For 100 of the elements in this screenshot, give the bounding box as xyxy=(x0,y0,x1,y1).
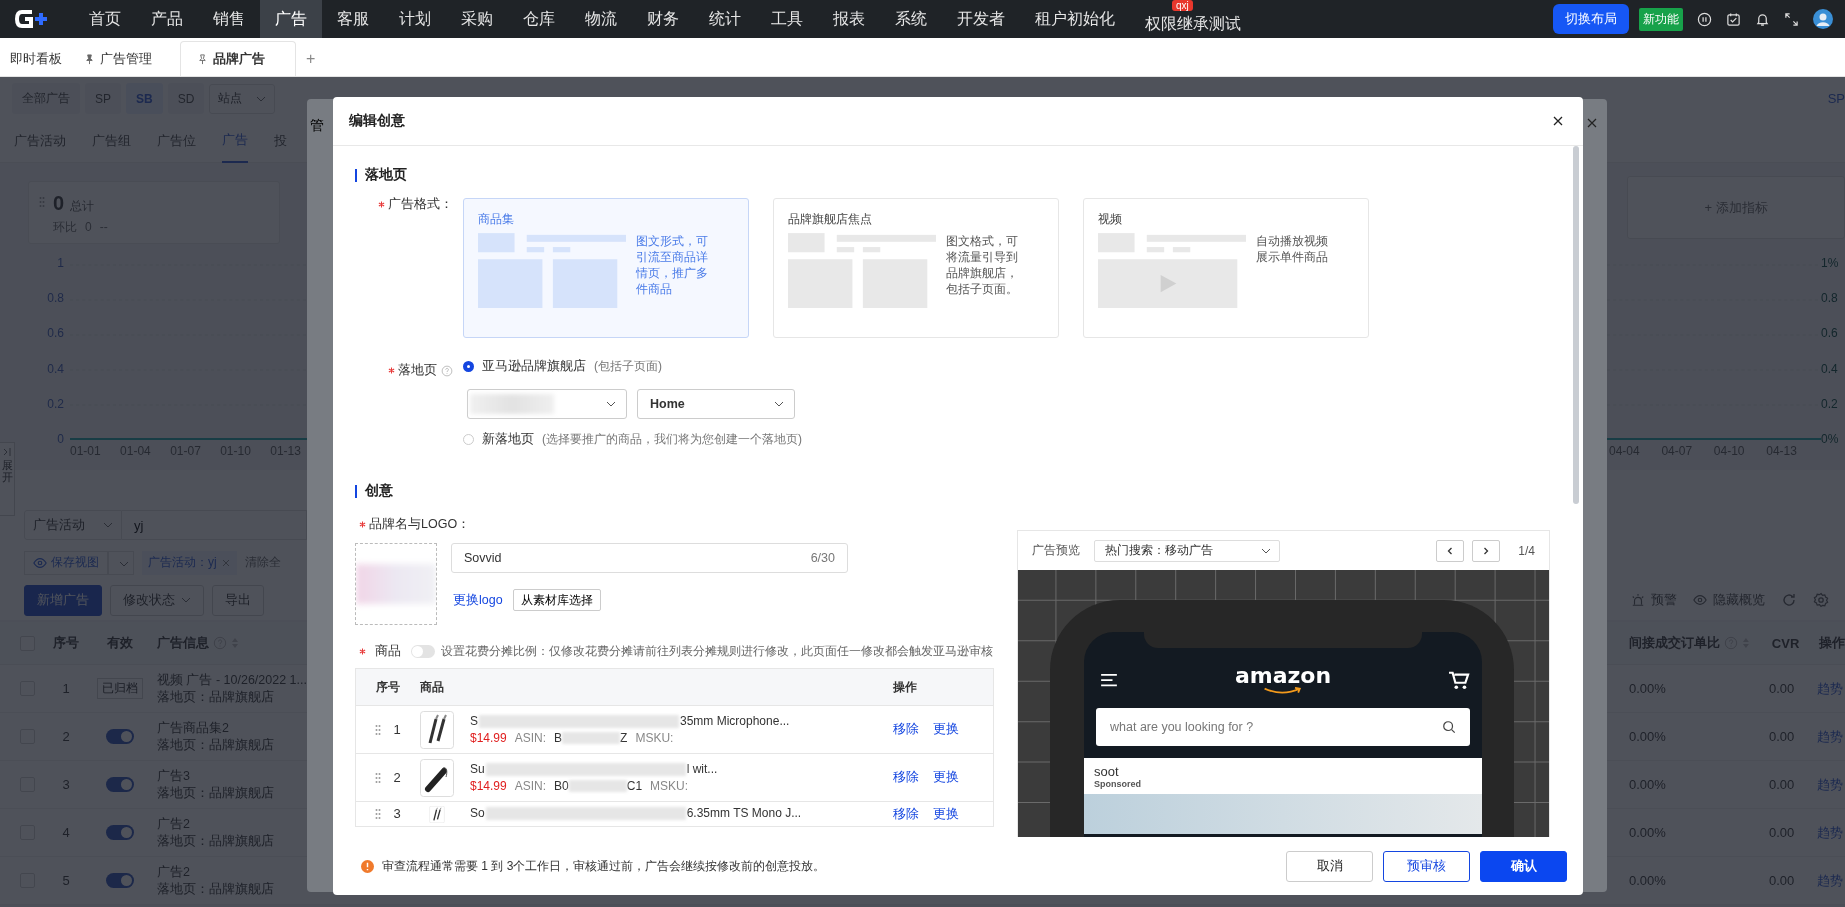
page-select[interactable]: Home xyxy=(637,389,795,419)
ad-format-card[interactable]: 品牌旗舰店焦点 图文格式，可将流量引导到品牌旗舰店，包括子页面。 xyxy=(773,198,1059,338)
section-title: 创意 xyxy=(365,482,393,500)
format-description: 图文形式，可引流至商品详情页，推广多件商品 xyxy=(636,234,709,297)
placement-select[interactable]: 热门搜索：移动广告 xyxy=(1094,539,1280,562)
remove-link[interactable]: 移除 xyxy=(893,769,919,786)
notification-bell-icon[interactable] xyxy=(1755,11,1770,27)
field-label: 落地页 xyxy=(398,362,437,379)
nav-menu-item[interactable]: 计划 xyxy=(384,0,446,38)
switch-layout-button[interactable]: 切换布局 xyxy=(1553,4,1629,34)
product-price: $14.99 xyxy=(470,731,507,745)
cost-split-toggle[interactable] xyxy=(411,645,435,658)
field-label: 商品 xyxy=(375,643,401,660)
smile-arrow-icon xyxy=(1263,687,1303,695)
section-title: 落地页 xyxy=(365,166,407,184)
asin-start: B0 xyxy=(554,779,569,793)
menu-icon[interactable] xyxy=(1100,673,1118,687)
pre-review-button[interactable]: 预审核 xyxy=(1383,850,1470,882)
nav-menu-item[interactable]: 产品 xyxy=(136,0,198,38)
change-logo-link[interactable]: 更换logo xyxy=(453,591,503,609)
blurred-text xyxy=(562,732,621,744)
nav-menu-item[interactable]: 物流 xyxy=(570,0,632,38)
y-axis-label: 0.8 xyxy=(1821,291,1839,306)
material-library-button[interactable]: 从素材库选择 xyxy=(512,589,601,611)
avatar[interactable] xyxy=(1813,9,1833,29)
nav-menu-item[interactable]: 销售 xyxy=(198,0,260,38)
nav-menu-item[interactable]: 工具 xyxy=(756,0,818,38)
radio-label[interactable]: 亚马逊品牌旗舰店 xyxy=(482,358,586,375)
nav-menu-item[interactable]: 报表 xyxy=(818,0,880,38)
replace-link[interactable]: 更换 xyxy=(933,806,959,823)
ad-format-card[interactable]: 视频 自动播放视频展示单件商品 xyxy=(1083,198,1369,338)
page-tab[interactable]: 广告管理 xyxy=(74,42,164,76)
user-badge: qxj xyxy=(1172,0,1193,11)
next-button[interactable] xyxy=(1472,539,1501,562)
blurred-text xyxy=(568,780,627,792)
y-axis-label: 1% xyxy=(1821,256,1840,270)
drag-handle-icon[interactable] xyxy=(375,807,382,820)
nav-menu-item[interactable]: 首页 xyxy=(74,0,136,38)
help-icon[interactable] xyxy=(441,364,453,377)
nav-menu-item[interactable]: 采购 xyxy=(446,0,508,38)
drag-handle-icon[interactable] xyxy=(375,723,382,736)
y-axis-label: 0.2 xyxy=(1821,396,1839,411)
logo-upload-box[interactable] xyxy=(355,543,437,625)
scrollbar-thumb[interactable] xyxy=(1573,146,1579,504)
nav-menu-item[interactable]: 广告 xyxy=(260,0,322,38)
fullscreen-icon[interactable] xyxy=(1784,11,1799,27)
store-select[interactable] xyxy=(467,389,627,419)
drag-handle-icon[interactable] xyxy=(375,771,382,784)
product-title-end: l wit... xyxy=(686,762,718,776)
page-tab[interactable]: 品牌广告 xyxy=(180,41,296,76)
asin-end: C1 xyxy=(626,779,643,793)
nav-menu-item[interactable]: 权限继承测试 xyxy=(1130,12,1256,36)
cable-drawing xyxy=(420,758,454,797)
product-title-end: 35mm Microphone... xyxy=(680,714,790,728)
radio-button[interactable] xyxy=(463,361,474,372)
nav-menu-item[interactable]: 客服 xyxy=(322,0,384,38)
remove-link[interactable]: 移除 xyxy=(893,721,919,738)
add-tab-button[interactable]: + xyxy=(296,42,326,76)
nav-menu-item[interactable]: 租户初始化 xyxy=(1020,0,1130,38)
nav-menu-item[interactable]: 系统 xyxy=(880,0,942,38)
nav-menu-item[interactable]: 开发者 xyxy=(942,0,1020,38)
asin-end: Z xyxy=(620,731,628,745)
table-cell: 2 xyxy=(393,770,401,785)
remove-link[interactable]: 移除 xyxy=(893,806,919,823)
previous-button[interactable] xyxy=(1436,539,1465,562)
shopping-cart-icon[interactable] xyxy=(1448,670,1470,690)
asin-label: ASIN: xyxy=(514,779,547,793)
cancel-button[interactable]: 取消 xyxy=(1286,850,1373,882)
asin-start: B xyxy=(554,731,563,745)
brand-name: soot xyxy=(1093,764,1120,779)
format-description: 图文格式，可将流量引导到品牌旗舰店，包括子页面。 xyxy=(946,234,1019,297)
table-cell: 3 xyxy=(393,806,401,821)
close-icon[interactable] xyxy=(1553,116,1563,126)
y-axis-label: 0.4 xyxy=(1821,361,1839,376)
nav-menu-item[interactable]: 统计 xyxy=(694,0,756,38)
task-check-icon[interactable] xyxy=(1726,11,1741,27)
nav-menu-item[interactable]: 仓库 xyxy=(508,0,570,38)
column-header: 操作 xyxy=(893,678,918,696)
field-label: 广告格式： xyxy=(388,196,453,213)
product-title-start: S xyxy=(470,714,478,728)
cost-split-text: 设置花费分摊比例：仅修改花费分摊请前往列表分摊规则进行修改，此页面任一修改都会触发亚马逊审核 xyxy=(441,643,993,660)
brand-name-input[interactable]: Sovvid 6/30 xyxy=(451,543,848,573)
pause-circle-icon[interactable] xyxy=(1697,11,1712,27)
search-field[interactable]: what are you looking for ? xyxy=(1096,708,1470,746)
nav-menu-item[interactable]: 财务 xyxy=(632,0,694,38)
pin-icon xyxy=(197,53,208,65)
pin-icon xyxy=(84,53,95,65)
confirm-button[interactable]: 确认 xyxy=(1480,850,1567,882)
replace-link[interactable]: 更换 xyxy=(933,769,959,786)
page-tab[interactable]: 即时看板 xyxy=(0,42,74,76)
caret-icon xyxy=(1261,547,1271,554)
column-header: 序号 xyxy=(375,678,401,696)
ad-format-card[interactable]: 商品集 图文形式，可引流至商品详情页，推广多件商品 xyxy=(463,198,749,338)
cable-drawing xyxy=(420,710,454,749)
store-logo: amazon xyxy=(1234,665,1332,695)
caret-icon xyxy=(606,401,616,407)
radio-label[interactable]: 新落地页 xyxy=(482,431,534,448)
product-title-start: So xyxy=(470,806,485,820)
replace-link[interactable]: 更换 xyxy=(933,721,959,738)
page-indicator: 1/4 xyxy=(1518,543,1535,558)
